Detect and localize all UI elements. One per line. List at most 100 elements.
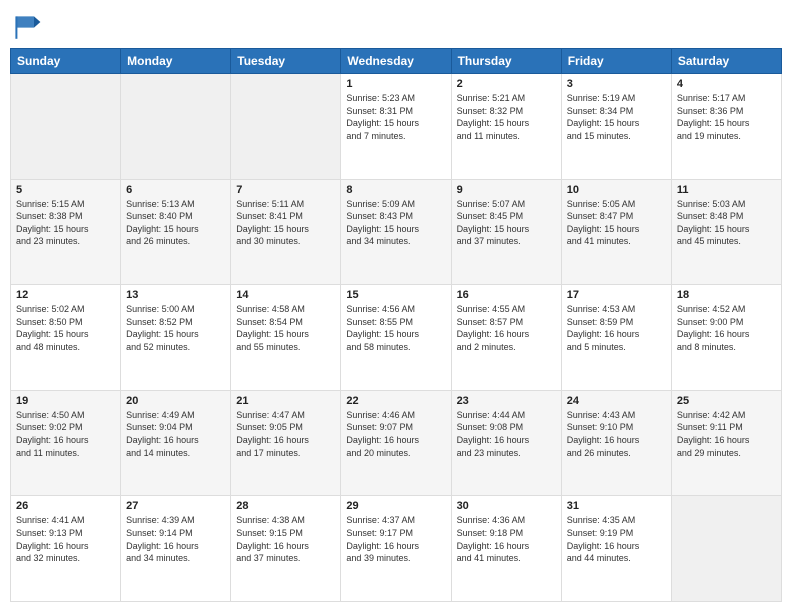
day-info: Sunrise: 4:50 AM Sunset: 9:02 PM Dayligh…: [16, 409, 115, 459]
calendar-table: SundayMondayTuesdayWednesdayThursdayFrid…: [10, 48, 782, 602]
day-number: 8: [346, 184, 445, 196]
calendar-cell: [671, 496, 781, 602]
day-number: 14: [236, 289, 335, 301]
day-info: Sunrise: 5:05 AM Sunset: 8:47 PM Dayligh…: [567, 198, 666, 248]
calendar-cell: 3 Sunrise: 5:19 AM Sunset: 8:34 PM Daylig…: [561, 74, 671, 180]
day-info: Sunrise: 4:52 AM Sunset: 9:00 PM Dayligh…: [677, 303, 776, 353]
day-info: Sunrise: 4:46 AM Sunset: 9:07 PM Dayligh…: [346, 409, 445, 459]
day-number: 24: [567, 395, 666, 407]
day-number: 11: [677, 184, 776, 196]
day-info: Sunrise: 5:02 AM Sunset: 8:50 PM Dayligh…: [16, 303, 115, 353]
calendar-cell: 15 Sunrise: 4:56 AM Sunset: 8:55 PM Dayli…: [341, 285, 451, 391]
calendar-cell: 11 Sunrise: 5:03 AM Sunset: 8:48 PM Dayli…: [671, 179, 781, 285]
day-info: Sunrise: 4:58 AM Sunset: 8:54 PM Dayligh…: [236, 303, 335, 353]
day-header-sunday: Sunday: [11, 49, 121, 74]
day-info: Sunrise: 4:47 AM Sunset: 9:05 PM Dayligh…: [236, 409, 335, 459]
day-info: Sunrise: 4:43 AM Sunset: 9:10 PM Dayligh…: [567, 409, 666, 459]
calendar-cell: 26Sunrise: 4:41 AM Sunset: 9:13 PM Dayli…: [11, 496, 121, 602]
day-info: Sunrise: 5:09 AM Sunset: 8:43 PM Dayligh…: [346, 198, 445, 248]
day-number: 21: [236, 395, 335, 407]
day-info: Sunrise: 5:07 AM Sunset: 8:45 PM Dayligh…: [457, 198, 556, 248]
day-info: Sunrise: 5:15 AM Sunset: 8:38 PM Dayligh…: [16, 198, 115, 248]
day-number: 7: [236, 184, 335, 196]
day-number: 28: [236, 500, 335, 512]
week-row-4: 19 Sunrise: 4:50 AM Sunset: 9:02 PM Dayli…: [11, 390, 782, 496]
day-info: Sunrise: 5:11 AM Sunset: 8:41 PM Dayligh…: [236, 198, 335, 248]
calendar-cell: 18Sunrise: 4:52 AM Sunset: 9:00 PM Dayli…: [671, 285, 781, 391]
day-number: 2: [457, 78, 556, 90]
day-info: Sunrise: 4:36 AM Sunset: 9:18 PM Dayligh…: [457, 514, 556, 564]
day-info: Sunrise: 4:53 AM Sunset: 8:59 PM Dayligh…: [567, 303, 666, 353]
day-number: 29: [346, 500, 445, 512]
calendar-cell: 31 Sunrise: 4:35 AM Sunset: 9:19 PM Dayli…: [561, 496, 671, 602]
day-number: 3: [567, 78, 666, 90]
day-info: Sunrise: 4:49 AM Sunset: 9:04 PM Dayligh…: [126, 409, 225, 459]
day-info: Sunrise: 5:03 AM Sunset: 8:48 PM Dayligh…: [677, 198, 776, 248]
calendar-cell: 28 Sunrise: 4:38 AM Sunset: 9:15 PM Dayli…: [231, 496, 341, 602]
calendar-cell: 10 Sunrise: 5:05 AM Sunset: 8:47 PM Dayli…: [561, 179, 671, 285]
calendar-cell: 24 Sunrise: 4:43 AM Sunset: 9:10 PM Dayli…: [561, 390, 671, 496]
day-info: Sunrise: 5:13 AM Sunset: 8:40 PM Dayligh…: [126, 198, 225, 248]
page: SundayMondayTuesdayWednesdayThursdayFrid…: [0, 0, 792, 612]
day-info: Sunrise: 4:55 AM Sunset: 8:57 PM Dayligh…: [457, 303, 556, 353]
day-header-saturday: Saturday: [671, 49, 781, 74]
calendar-cell: 2 Sunrise: 5:21 AM Sunset: 8:32 PM Daylig…: [451, 74, 561, 180]
calendar-cell: 21 Sunrise: 4:47 AM Sunset: 9:05 PM Dayli…: [231, 390, 341, 496]
day-info: Sunrise: 4:42 AM Sunset: 9:11 PM Dayligh…: [677, 409, 776, 459]
calendar-cell: 1 Sunrise: 5:23 AM Sunset: 8:31 PM Daylig…: [341, 74, 451, 180]
day-number: 27: [126, 500, 225, 512]
calendar-cell: 17 Sunrise: 4:53 AM Sunset: 8:59 PM Dayli…: [561, 285, 671, 391]
calendar-cell: 8 Sunrise: 5:09 AM Sunset: 8:43 PM Daylig…: [341, 179, 451, 285]
day-number: 9: [457, 184, 556, 196]
day-number: 5: [16, 184, 115, 196]
day-info: Sunrise: 5:19 AM Sunset: 8:34 PM Dayligh…: [567, 92, 666, 142]
day-number: 15: [346, 289, 445, 301]
calendar-cell: 30 Sunrise: 4:36 AM Sunset: 9:18 PM Dayli…: [451, 496, 561, 602]
day-header-wednesday: Wednesday: [341, 49, 451, 74]
day-number: 17: [567, 289, 666, 301]
week-row-5: 26Sunrise: 4:41 AM Sunset: 9:13 PM Dayli…: [11, 496, 782, 602]
calendar-cell: 16 Sunrise: 4:55 AM Sunset: 8:57 PM Dayli…: [451, 285, 561, 391]
day-number: 20: [126, 395, 225, 407]
day-info: Sunrise: 5:21 AM Sunset: 8:32 PM Dayligh…: [457, 92, 556, 142]
header: [10, 10, 782, 42]
day-header-friday: Friday: [561, 49, 671, 74]
day-number: 31: [567, 500, 666, 512]
calendar-cell: 4Sunrise: 5:17 AM Sunset: 8:36 PM Daylig…: [671, 74, 781, 180]
calendar-cell: 12Sunrise: 5:02 AM Sunset: 8:50 PM Dayli…: [11, 285, 121, 391]
day-info: Sunrise: 4:39 AM Sunset: 9:14 PM Dayligh…: [126, 514, 225, 564]
week-row-2: 5 Sunrise: 5:15 AM Sunset: 8:38 PM Daylig…: [11, 179, 782, 285]
calendar-cell: 25 Sunrise: 4:42 AM Sunset: 9:11 PM Dayli…: [671, 390, 781, 496]
week-row-1: 1 Sunrise: 5:23 AM Sunset: 8:31 PM Daylig…: [11, 74, 782, 180]
calendar-cell: 6 Sunrise: 5:13 AM Sunset: 8:40 PM Daylig…: [121, 179, 231, 285]
day-number: 6: [126, 184, 225, 196]
calendar-cell: 14 Sunrise: 4:58 AM Sunset: 8:54 PM Dayli…: [231, 285, 341, 391]
day-number: 23: [457, 395, 556, 407]
week-row-3: 12Sunrise: 5:02 AM Sunset: 8:50 PM Dayli…: [11, 285, 782, 391]
day-header-tuesday: Tuesday: [231, 49, 341, 74]
day-number: 25: [677, 395, 776, 407]
calendar-cell: 5 Sunrise: 5:15 AM Sunset: 8:38 PM Daylig…: [11, 179, 121, 285]
day-number: 10: [567, 184, 666, 196]
day-header-monday: Monday: [121, 49, 231, 74]
calendar-cell: [11, 74, 121, 180]
day-info: Sunrise: 4:56 AM Sunset: 8:55 PM Dayligh…: [346, 303, 445, 353]
calendar-cell: 29 Sunrise: 4:37 AM Sunset: 9:17 PM Dayli…: [341, 496, 451, 602]
calendar-header-row: SundayMondayTuesdayWednesdayThursdayFrid…: [11, 49, 782, 74]
logo: [10, 10, 46, 42]
day-info: Sunrise: 4:41 AM Sunset: 9:13 PM Dayligh…: [16, 514, 115, 564]
day-info: Sunrise: 4:38 AM Sunset: 9:15 PM Dayligh…: [236, 514, 335, 564]
day-number: 30: [457, 500, 556, 512]
day-info: Sunrise: 5:17 AM Sunset: 8:36 PM Dayligh…: [677, 92, 776, 142]
logo-icon: [10, 10, 42, 42]
day-number: 16: [457, 289, 556, 301]
day-info: Sunrise: 4:37 AM Sunset: 9:17 PM Dayligh…: [346, 514, 445, 564]
calendar-cell: 27 Sunrise: 4:39 AM Sunset: 9:14 PM Dayli…: [121, 496, 231, 602]
day-number: 1: [346, 78, 445, 90]
day-info: Sunrise: 4:35 AM Sunset: 9:19 PM Dayligh…: [567, 514, 666, 564]
day-number: 13: [126, 289, 225, 301]
day-info: Sunrise: 5:23 AM Sunset: 8:31 PM Dayligh…: [346, 92, 445, 142]
calendar-cell: [121, 74, 231, 180]
calendar-cell: 23Sunrise: 4:44 AM Sunset: 9:08 PM Dayli…: [451, 390, 561, 496]
day-number: 19: [16, 395, 115, 407]
